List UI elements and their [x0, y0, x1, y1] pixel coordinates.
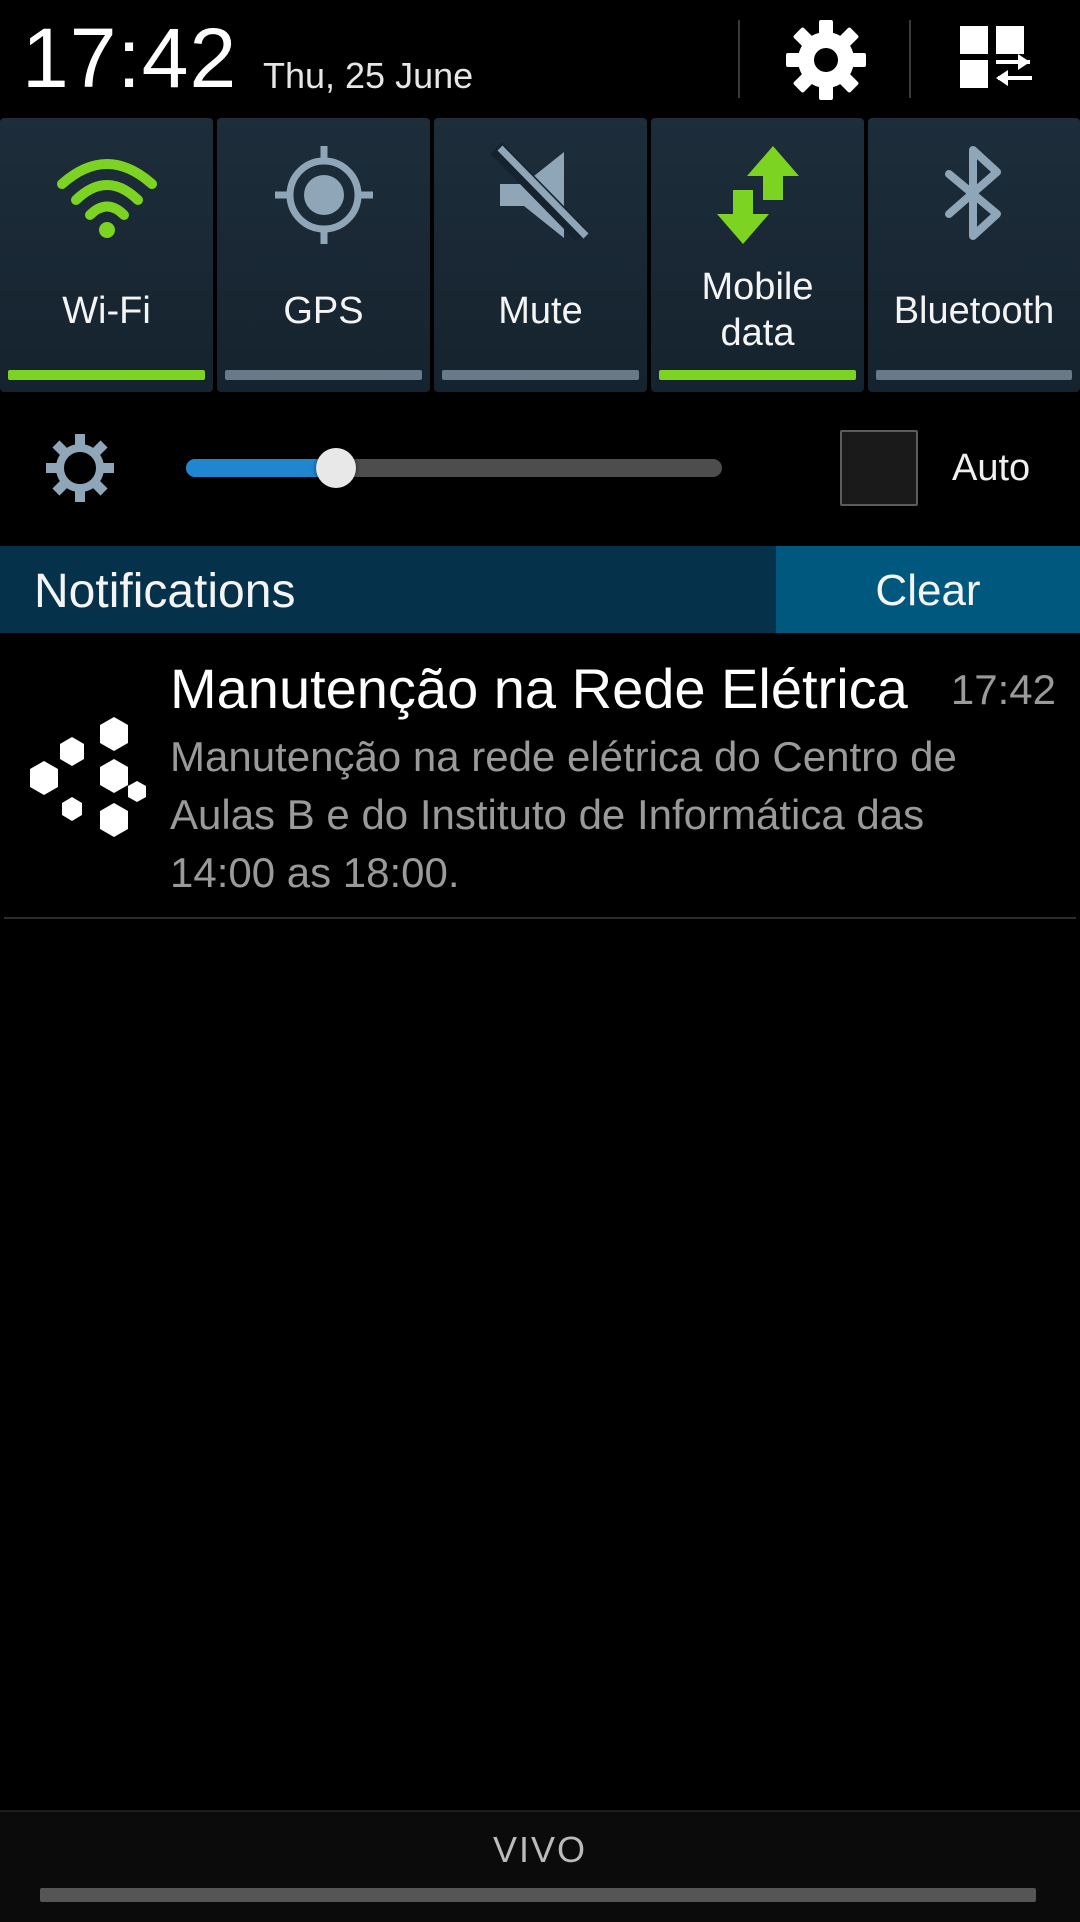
gear-icon: [786, 20, 866, 100]
toggle-label: GPS: [283, 290, 364, 332]
brightness-slider-thumb[interactable]: [316, 448, 357, 488]
brightness-slider-fill: [186, 459, 337, 477]
toggle-indicator: [8, 370, 205, 380]
edit-toggles-button[interactable]: [952, 16, 1040, 104]
notification-title: Manutenção na Rede Elétrica: [170, 657, 908, 720]
status-header: 17:42 Thu, 25 June: [0, 0, 1080, 118]
settings-button[interactable]: [782, 16, 870, 104]
quick-toggles: Wi-Fi GPS Mute Mobile data Bluetooth: [0, 118, 1080, 392]
toggle-mobile-data[interactable]: Mobile data: [651, 118, 864, 392]
toggle-label: Bluetooth: [893, 290, 1055, 332]
toggle-label-line2: data: [720, 312, 795, 354]
clock: 17:42: [22, 11, 238, 105]
toggle-indicator: [225, 370, 422, 380]
carrier-bar: VIVO: [0, 1810, 1080, 1922]
notifications-title: Notifications: [34, 565, 296, 618]
mute-icon: [489, 142, 589, 242]
toggle-gps[interactable]: GPS: [217, 118, 430, 392]
auto-brightness-label: Auto: [952, 447, 1031, 489]
hexagon-cluster-icon: [30, 717, 146, 837]
notification-time: 17:42: [950, 666, 1056, 713]
panel-drag-handle[interactable]: [40, 1888, 1036, 1902]
toggle-indicator: [659, 370, 856, 380]
notifications-header: Notifications Clear: [0, 546, 1080, 633]
mobile-data-icon: [716, 146, 799, 244]
gps-icon: [274, 146, 373, 244]
toggle-label: Mute: [498, 290, 583, 332]
divider: [738, 20, 740, 98]
auto-brightness-checkbox[interactable]: [840, 430, 918, 506]
toggle-wifi[interactable]: Wi-Fi: [0, 118, 213, 392]
brightness-slider[interactable]: [186, 448, 722, 488]
toggle-indicator: [876, 370, 1072, 380]
toggle-label-line1: Mobile: [701, 266, 814, 308]
divider: [4, 917, 1076, 919]
notification-body: Manutenção na rede elétrica do Centro de…: [170, 733, 957, 896]
toggle-mute[interactable]: Mute: [434, 118, 647, 392]
toggle-label: Mobile data: [651, 264, 864, 356]
wifi-icon: [56, 159, 157, 238]
grid-edit-icon: [960, 26, 1032, 88]
date: Thu, 25 June: [263, 55, 474, 96]
clear-label: Clear: [875, 566, 981, 615]
toggle-indicator: [442, 370, 639, 380]
notification-item[interactable]: Manutenção na Rede Elétrica 17:42 Manute…: [0, 633, 1080, 919]
brightness-icon: [46, 434, 114, 502]
carrier-label: VIVO: [492, 1829, 588, 1870]
clear-button[interactable]: Clear: [776, 546, 1080, 633]
toggle-label: Wi-Fi: [62, 290, 151, 332]
bluetooth-icon: [945, 146, 1001, 240]
divider: [909, 20, 911, 98]
toggle-bluetooth[interactable]: Bluetooth: [868, 118, 1080, 392]
